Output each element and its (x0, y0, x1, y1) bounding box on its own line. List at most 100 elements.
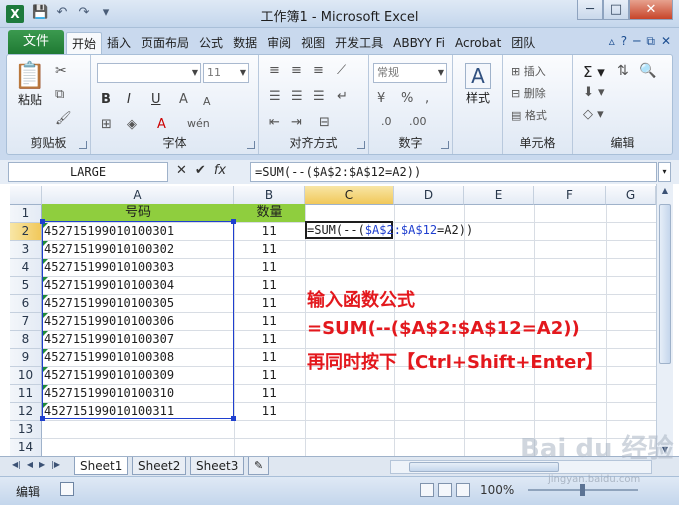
workbook-close-icon[interactable]: ✕ (661, 34, 671, 49)
row-header-9[interactable]: 9 (10, 349, 42, 367)
sheet-tab-sheet3[interactable]: Sheet3 (190, 457, 245, 475)
cell-c2-editing-formula[interactable]: =SUM(--($A$2:$A$12=A2)) (307, 222, 473, 238)
comma-icon[interactable]: , (425, 91, 429, 106)
minimize-button[interactable]: ─ (577, 0, 603, 20)
cell-b2[interactable]: 11 (235, 223, 305, 240)
row-header-6[interactable]: 6 (10, 295, 42, 313)
font-color-icon[interactable]: A (157, 117, 166, 132)
workbook-minimize-icon[interactable]: ─ (633, 34, 640, 49)
cell-b9[interactable]: 11 (235, 349, 305, 366)
cell-b10[interactable]: 11 (235, 367, 305, 384)
macro-record-icon[interactable] (60, 482, 74, 496)
tab-view[interactable]: 视图 (296, 32, 330, 54)
cell-b4[interactable]: 11 (235, 259, 305, 276)
increase-font-icon[interactable]: A (179, 92, 188, 107)
column-header-e[interactable]: E (464, 186, 534, 205)
cut-icon[interactable]: ✂ (55, 63, 67, 79)
find-select-icon[interactable]: 🔍 (639, 63, 656, 79)
column-header-f[interactable]: F (534, 186, 606, 205)
column-header-c[interactable]: C (305, 186, 394, 205)
workbook-restore-icon[interactable]: ⧉ (646, 34, 655, 49)
tab-developer[interactable]: 开发工具 (330, 32, 388, 54)
align-center-icon[interactable]: ☰ (291, 89, 303, 104)
tab-page-layout[interactable]: 页面布局 (136, 32, 194, 54)
formula-input[interactable]: =SUM(--($A$2:$A$12=A2)) (250, 162, 657, 182)
insert-cells-button[interactable]: ⊞ 插入 (511, 63, 546, 79)
phonetic-icon[interactable]: wén (187, 117, 210, 130)
maximize-button[interactable]: □ (603, 0, 629, 20)
row-header-11[interactable]: 11 (10, 385, 42, 403)
cell-b11[interactable]: 11 (235, 385, 305, 402)
format-painter-icon[interactable]: 🖌 (55, 111, 72, 126)
number-format-combo[interactable]: 常规 ▼ (373, 63, 447, 83)
row-header-1[interactable]: 1 (10, 205, 42, 223)
clipboard-launcher-icon[interactable] (79, 141, 87, 149)
paste-button[interactable]: 📋 粘贴 (13, 61, 47, 108)
font-name-combo[interactable]: ▼ (97, 63, 201, 83)
decrease-decimal-icon[interactable]: .00 (409, 115, 427, 128)
row-header-8[interactable]: 8 (10, 331, 42, 349)
next-sheet-icon[interactable]: ▶ (39, 460, 45, 469)
range-handle[interactable] (40, 416, 45, 421)
tab-insert[interactable]: 插入 (102, 32, 136, 54)
range-handle[interactable] (231, 219, 236, 224)
insert-function-icon[interactable]: fx (214, 163, 226, 178)
increase-decimal-icon[interactable]: .0 (381, 115, 392, 128)
fill-color-icon[interactable]: ◈ (127, 117, 137, 132)
help-icon[interactable]: ? (621, 34, 627, 49)
align-left-icon[interactable]: ☰ (269, 89, 281, 104)
tab-data[interactable]: 数据 (228, 32, 262, 54)
row-header-2[interactable]: 2 (10, 223, 42, 241)
align-middle-icon[interactable]: ≡ (291, 63, 302, 78)
tab-review[interactable]: 审阅 (262, 32, 296, 54)
formula-reference-range[interactable] (40, 219, 236, 421)
cancel-icon[interactable]: ✕ (176, 163, 187, 178)
tab-acrobat[interactable]: Acrobat (450, 32, 506, 54)
scroll-up-icon[interactable]: ▲ (657, 186, 673, 195)
vertical-scrollbar[interactable]: ▲ ▼ (656, 184, 673, 456)
range-handle[interactable] (231, 416, 236, 421)
cell-b3[interactable]: 11 (235, 241, 305, 258)
scroll-thumb[interactable] (659, 204, 671, 364)
zoom-level[interactable]: 100% (480, 483, 514, 497)
insert-sheet-icon[interactable]: ✎ (248, 457, 270, 475)
select-all-corner[interactable] (10, 186, 42, 205)
fill-icon[interactable]: ⬇ ▾ (583, 85, 605, 100)
underline-button[interactable]: U (151, 92, 161, 107)
italic-button[interactable]: I (127, 92, 131, 107)
wrap-text-icon[interactable]: ↵ (337, 89, 348, 104)
borders-icon[interactable]: ⊞ (101, 117, 112, 132)
clear-icon[interactable]: ◇ ▾ (583, 107, 604, 122)
row-header-7[interactable]: 7 (10, 313, 42, 331)
tab-team[interactable]: 团队 (506, 32, 540, 54)
page-break-view-icon[interactable] (456, 483, 470, 497)
sheet-tab-sheet2[interactable]: Sheet2 (132, 457, 187, 475)
cell-b6[interactable]: 11 (235, 295, 305, 312)
autosum-icon[interactable]: Σ ▾ (583, 63, 605, 81)
tab-abbyy[interactable]: ABBYY Fi (388, 32, 450, 54)
decrease-indent-icon[interactable]: ⇤ (269, 115, 280, 130)
styles-button[interactable]: A 样式 (459, 63, 497, 106)
collapse-ribbon-icon[interactable]: ▵ (609, 34, 615, 49)
page-layout-view-icon[interactable] (438, 483, 452, 497)
name-box[interactable]: LARGE (8, 162, 168, 182)
cell-b1[interactable]: 数量 (234, 204, 305, 222)
range-handle[interactable] (40, 219, 45, 224)
align-top-icon[interactable]: ≡ (269, 63, 280, 78)
delete-cells-button[interactable]: ⊟ 删除 (511, 85, 546, 101)
bold-button[interactable]: B (101, 92, 111, 107)
alignment-launcher-icon[interactable] (357, 141, 365, 149)
copy-icon[interactable]: ⧉ (55, 87, 64, 102)
tab-file[interactable]: 文件 (8, 30, 64, 54)
last-sheet-icon[interactable]: |▶ (51, 460, 60, 469)
cell-b5[interactable]: 11 (235, 277, 305, 294)
first-sheet-icon[interactable]: ◀| (12, 460, 21, 469)
column-header-b[interactable]: B (234, 186, 305, 205)
font-size-combo[interactable]: 11 ▼ (203, 63, 249, 83)
worksheet-grid[interactable]: A B C D E F G 1 2 3 4 5 6 7 8 9 10 11 12… (0, 184, 679, 457)
expand-formula-bar-icon[interactable]: ▾ (658, 162, 671, 182)
zoom-slider-knob[interactable] (580, 484, 585, 496)
orientation-icon[interactable]: ⟋ (337, 63, 346, 78)
row-header-5[interactable]: 5 (10, 277, 42, 295)
column-header-d[interactable]: D (394, 186, 464, 205)
